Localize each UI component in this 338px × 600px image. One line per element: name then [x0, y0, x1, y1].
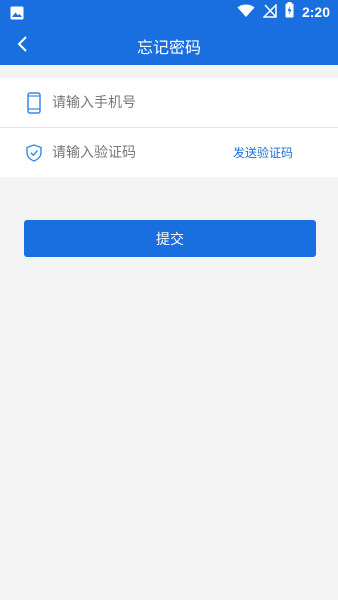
shield-check-icon: [25, 142, 43, 164]
battery-charging-icon: [285, 2, 294, 22]
phone-input[interactable]: [52, 94, 222, 111]
phone-row: [0, 78, 338, 127]
send-code-button[interactable]: 发送验证码: [233, 144, 293, 161]
code-row: 发送验证码: [0, 128, 338, 177]
form-panel: 发送验证码: [0, 78, 338, 177]
page-title: 忘记密码: [136, 38, 201, 57]
status-time: 2:20: [301, 4, 330, 20]
submit-button[interactable]: 提交: [24, 220, 316, 257]
status-bar: 2:20: [0, 0, 338, 24]
no-signal-icon: [262, 2, 277, 22]
phone-icon: [25, 91, 43, 114]
code-input[interactable]: [52, 144, 222, 161]
image-icon: [10, 5, 24, 20]
wifi-icon: [237, 3, 255, 22]
app-bar: 忘记密码: [0, 24, 338, 65]
